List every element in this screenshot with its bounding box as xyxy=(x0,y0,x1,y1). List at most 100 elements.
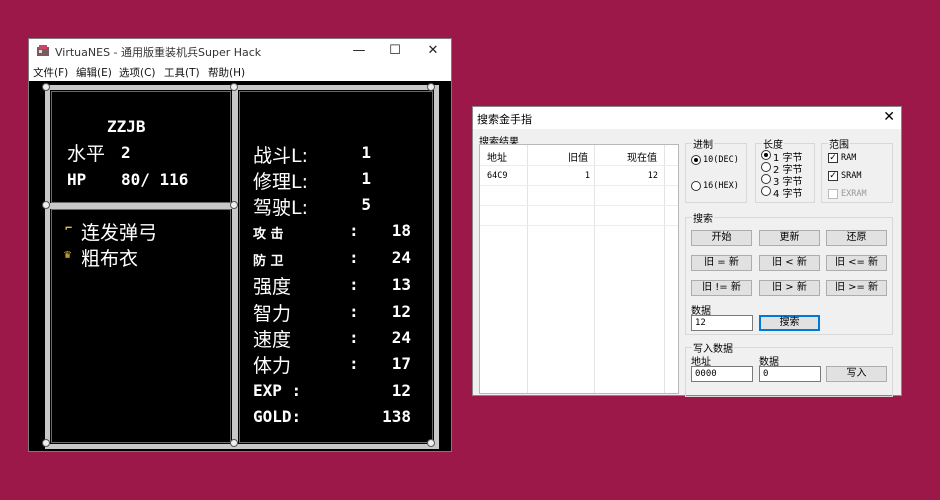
stat-defense-sep: : xyxy=(349,248,359,267)
weapon-icon: ⌐ xyxy=(65,221,73,235)
minimize-button[interactable]: — xyxy=(341,41,377,61)
skill-drive-label: 驾驶L: xyxy=(253,197,308,219)
old-less-new-button[interactable]: 旧 < 新 xyxy=(759,255,820,271)
stat-attack-label: 攻 击 xyxy=(253,227,284,242)
menu-help[interactable]: 帮助(H) xyxy=(208,65,245,80)
range-ram-label: RAM xyxy=(841,153,857,163)
range-group: 范围 ✓ RAM ✓ SRAM EXRAM xyxy=(821,136,893,203)
exp-value: 12 xyxy=(391,381,411,400)
length-1-radio[interactable] xyxy=(761,150,771,160)
column-current-value[interactable]: 现在值 xyxy=(627,149,657,164)
maximize-button[interactable]: ☐ xyxy=(377,41,413,61)
gold-value: 138 xyxy=(382,407,411,426)
column-divider xyxy=(527,145,528,393)
frame-rivet xyxy=(230,83,238,91)
search-button[interactable]: 搜索 xyxy=(759,315,820,331)
radix-hex-radio[interactable] xyxy=(691,181,701,191)
write-button[interactable]: 写入 xyxy=(826,366,887,382)
cheat-search-dialog: 搜索金手指 ✕ 搜索结果 地址 旧值 现在值 64C9 1 12 进制 10(D… xyxy=(472,106,902,397)
column-divider xyxy=(664,145,665,393)
equipment-weapon: 连发弹弓 xyxy=(81,222,158,244)
stat-strength-sep: : xyxy=(349,275,359,294)
close-button[interactable]: ✕ xyxy=(415,41,451,61)
menu-options[interactable]: 选项(C) xyxy=(119,65,156,80)
range-exram-label: EXRAM xyxy=(841,189,867,199)
search-data-input[interactable]: 12 xyxy=(691,315,753,331)
header-divider xyxy=(480,165,678,166)
row-divider xyxy=(480,185,678,186)
radix-dec-radio[interactable] xyxy=(691,155,701,165)
stat-stamina-sep: : xyxy=(349,354,359,373)
length-2-radio[interactable] xyxy=(761,162,771,172)
skill-battle-label: 战斗L: xyxy=(253,145,308,167)
column-divider xyxy=(594,145,595,393)
results-list[interactable]: 地址 旧值 现在值 64C9 1 12 xyxy=(479,144,679,394)
restore-button[interactable]: 还原 xyxy=(826,230,887,246)
row-divider xyxy=(480,225,678,226)
stat-speed-label: 速度 xyxy=(253,329,292,351)
stat-defense-label: 防 卫 xyxy=(253,254,284,269)
menu-tools[interactable]: 工具(T) xyxy=(164,65,200,80)
old-not-equal-new-button[interactable]: 旧 != 新 xyxy=(691,280,752,296)
write-data-input[interactable]: 0 xyxy=(759,366,821,382)
equipment-armor: 粗布衣 xyxy=(81,248,139,270)
radix-dec-label: 10(DEC) xyxy=(703,155,739,165)
row-address: 64C9 xyxy=(487,171,508,181)
update-button[interactable]: 更新 xyxy=(759,230,820,246)
start-button[interactable]: 开始 xyxy=(691,230,752,246)
range-ram-checkbox[interactable]: ✓ xyxy=(828,153,838,163)
stat-strength-value: 13 xyxy=(391,275,411,294)
skill-repair-value: 1 xyxy=(361,169,371,188)
write-group: 写入数据 地址 0000 数据 0 写入 xyxy=(685,340,893,397)
length-4-radio[interactable] xyxy=(761,186,771,196)
row-current-value: 12 xyxy=(647,171,658,181)
frame-rivet xyxy=(230,439,238,447)
old-greater-new-button[interactable]: 旧 > 新 xyxy=(759,280,820,296)
emulator-titlebar: VirtuaNES - 通用版重装机兵Super Hack — ☐ ✕ xyxy=(29,39,451,63)
range-label: 范围 xyxy=(828,136,850,151)
frame-rivet xyxy=(42,83,50,91)
column-address[interactable]: 地址 xyxy=(487,149,507,164)
stat-attack-value: 18 xyxy=(391,221,411,240)
old-less-equal-new-button[interactable]: 旧 <= 新 xyxy=(826,255,887,271)
emulator-window: VirtuaNES - 通用版重装机兵Super Hack — ☐ ✕ 文件(F… xyxy=(28,38,452,452)
level-label: 水平 xyxy=(67,143,106,165)
range-exram-checkbox[interactable] xyxy=(828,189,838,199)
stat-speed-value: 24 xyxy=(391,328,411,347)
frame-rivet xyxy=(42,439,50,447)
dialog-close-button[interactable]: ✕ xyxy=(883,109,895,125)
skill-repair-label: 修理L: xyxy=(253,171,308,193)
stat-intelligence-value: 12 xyxy=(391,302,411,321)
emulator-title: VirtuaNES - 通用版重装机兵Super Hack xyxy=(55,46,262,59)
menu-edit[interactable]: 编辑(E) xyxy=(76,65,112,80)
game-screen[interactable]: ZZJB 水平 2 HP 80/ 116 ⌐ 连发弹弓 ♛ 粗布衣 战斗L: 1… xyxy=(29,81,451,451)
stat-strength-label: 强度 xyxy=(253,276,292,298)
stat-stamina-value: 17 xyxy=(391,354,411,373)
hp-label: HP xyxy=(67,170,87,189)
radix-hex-label: 16(HEX) xyxy=(703,181,739,191)
range-sram-checkbox[interactable]: ✓ xyxy=(828,171,838,181)
menu-file[interactable]: 文件(F) xyxy=(33,65,68,80)
radix-group: 进制 10(DEC) 16(HEX) xyxy=(685,136,747,203)
frame-rivet xyxy=(427,439,435,447)
stat-speed-sep: : xyxy=(349,328,359,347)
dialog-title: 搜索金手指 xyxy=(477,113,532,126)
emulator-menubar: 文件(F) 编辑(E) 选项(C) 工具(T) 帮助(H) xyxy=(29,63,451,81)
column-old-value[interactable]: 旧值 xyxy=(568,149,588,164)
old-equals-new-button[interactable]: 旧 = 新 xyxy=(691,255,752,271)
stat-intelligence-label: 智力 xyxy=(253,303,292,325)
radix-label: 进制 xyxy=(692,136,714,151)
old-greater-equal-new-button[interactable]: 旧 >= 新 xyxy=(826,280,887,296)
armor-icon: ♛ xyxy=(64,247,72,261)
length-4-label: 4 字节 xyxy=(773,189,803,200)
length-group: 长度 1 字节 2 字节 3 字节 4 字节 xyxy=(755,136,815,203)
frame-rivet xyxy=(230,201,238,209)
write-address-input[interactable]: 0000 xyxy=(691,366,753,382)
skill-battle-value: 1 xyxy=(361,143,371,162)
frame-rivet xyxy=(42,201,50,209)
length-3-radio[interactable] xyxy=(761,174,771,184)
search-group: 搜索 开始 更新 还原 旧 = 新 旧 < 新 旧 <= 新 旧 != 新 旧 … xyxy=(685,210,893,335)
row-old-value: 1 xyxy=(584,171,590,181)
character-name: ZZJB xyxy=(107,117,146,136)
frame-rivet xyxy=(427,83,435,91)
